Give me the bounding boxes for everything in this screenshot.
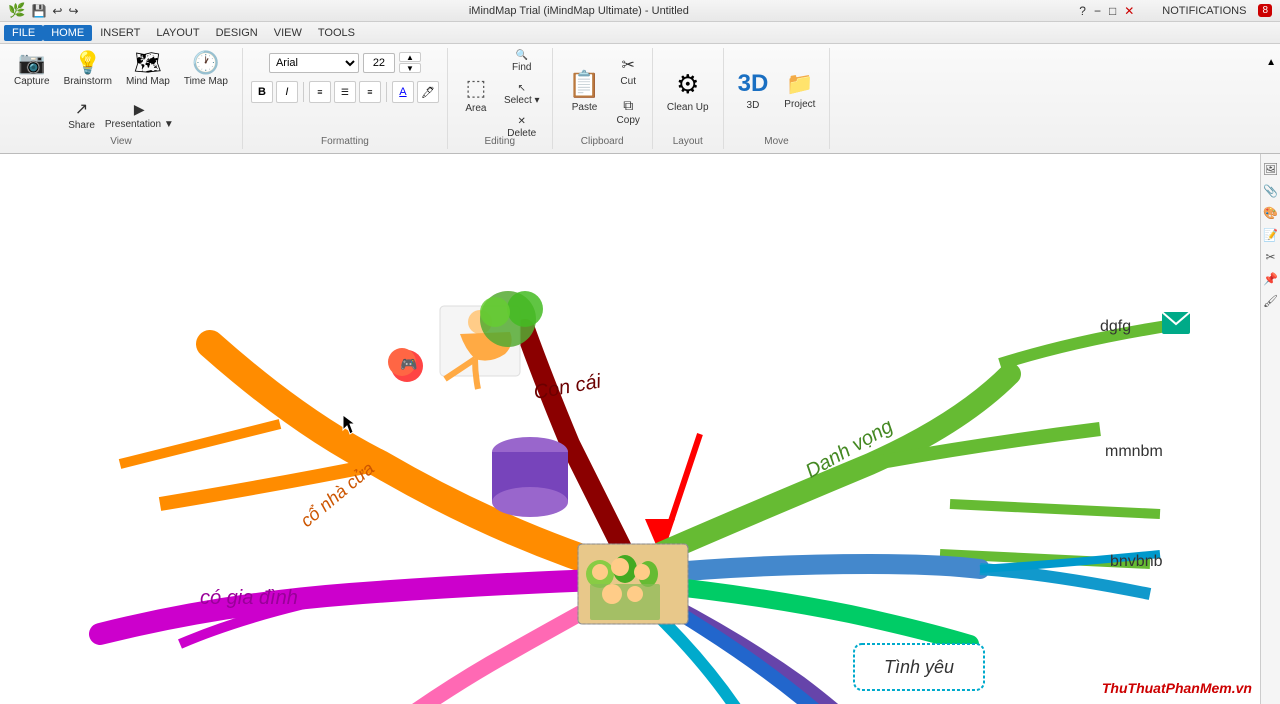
font-family-select[interactable]: Arial — [269, 53, 359, 73]
3d-button[interactable]: 3D 3D — [732, 66, 775, 115]
svg-text:🎮: 🎮 — [400, 356, 417, 372]
copy-icon: ⧉ — [623, 97, 633, 114]
mindmap-icon: 🗺 — [134, 52, 162, 74]
move-group-label: Move — [724, 136, 830, 149]
copy-button[interactable]: ⧉ Copy — [613, 95, 644, 128]
formatting-group-label: Formatting — [243, 136, 447, 149]
project-icon: 📁 — [786, 71, 813, 97]
svg-text:Tình yêu: Tình yêu — [884, 657, 954, 677]
right-sidebar: 🖼 📎 🎨 📝 ✂ 📌 🖌 — [1260, 154, 1280, 704]
menu-home[interactable]: HOME — [43, 25, 92, 41]
capture-button[interactable]: 📷 Capture — [8, 48, 56, 91]
font-size-up[interactable]: ▲ — [399, 52, 421, 62]
layout-group-label: Layout — [653, 136, 723, 149]
highlight-button[interactable]: 🖊 — [417, 81, 439, 103]
collapse-icon: ▲ — [1266, 57, 1276, 68]
font-size-input[interactable] — [363, 53, 395, 73]
maximize-button[interactable]: □ — [1109, 4, 1116, 18]
quick-save[interactable]: 💾 — [31, 4, 46, 18]
brainstorm-icon: 💡 — [74, 52, 101, 74]
align-right-button[interactable]: ≡ — [359, 81, 381, 103]
window-title: iMindMap Trial (iMindMap Ultimate) - Unt… — [79, 5, 1080, 17]
menu-view[interactable]: VIEW — [266, 25, 310, 41]
font-size-down[interactable]: ▼ — [399, 63, 421, 73]
ribbon-group-formatting: Arial ▲ ▼ B I ≡ ☰ ≡ A 🖊 Formatting — [243, 48, 448, 149]
titlebar: 🌿 💾 ↩ ↪ iMindMap Trial (iMindMap Ultimat… — [0, 0, 1280, 22]
delete-icon: ✕ — [518, 116, 526, 127]
share-button[interactable]: ↗ Share — [64, 97, 99, 133]
cut-button[interactable]: ✂ Cut — [613, 53, 644, 89]
italic-button[interactable]: I — [276, 81, 298, 103]
app-icon: 🌿 — [8, 2, 25, 19]
watermark: ThuThuatPhanMem.vn — [1102, 680, 1252, 696]
editing-group-label: Editing — [448, 136, 552, 149]
share-icon: ↗ — [75, 99, 88, 119]
presentation-button[interactable]: ▶ Presentation ▼ — [101, 99, 178, 132]
cleanup-icon: ⚙ — [676, 69, 699, 100]
sidebar-scissors-icon[interactable]: ✂ — [1262, 248, 1280, 266]
ribbon-group-editing: ⬚ Area 🔍 Find ↖ Select ▾ ✕ Delete Editin… — [448, 48, 553, 149]
menu-tools[interactable]: TOOLS — [310, 25, 363, 41]
minimize-button[interactable]: − — [1094, 4, 1101, 18]
cut-icon: ✂ — [622, 55, 635, 75]
align-center-button[interactable]: ☰ — [334, 81, 356, 103]
menu-design[interactable]: DESIGN — [208, 25, 266, 41]
quick-redo[interactable]: ↪ — [68, 4, 78, 18]
select-icon: ↖ — [518, 83, 526, 94]
menu-file[interactable]: FILE — [4, 25, 43, 41]
ribbon-group-move: 3D 3D 📁 Project Move — [724, 48, 831, 149]
font-color-button[interactable]: A — [392, 81, 414, 103]
svg-text:mmnbm: mmnbm — [1105, 443, 1163, 460]
3d-icon: 3D — [738, 70, 769, 98]
cleanup-button[interactable]: ⚙ Clean Up — [661, 65, 715, 117]
select-button[interactable]: ↖ Select ▾ — [500, 81, 544, 108]
paste-button[interactable]: 📋 Paste — [561, 65, 609, 117]
menubar: FILE HOME INSERT LAYOUT DESIGN VIEW TOOL… — [0, 22, 1280, 44]
canvas[interactable]: 🎮 Con cái cổ nhà cửa có gia đình Có tiền… — [0, 154, 1260, 704]
mindmap-button[interactable]: 🗺 Mind Map — [120, 48, 176, 91]
ribbon: 📷 Capture 💡 Brainstorm 🗺 Mind Map 🕐 Time… — [0, 44, 1280, 154]
quick-undo[interactable]: ↩ — [52, 4, 62, 18]
svg-text:có gia đình: có gia đình — [200, 587, 298, 609]
menu-layout[interactable]: LAYOUT — [148, 25, 207, 41]
project-button[interactable]: 📁 Project — [778, 67, 821, 114]
sidebar-text-icon[interactable]: 📝 — [1262, 226, 1280, 244]
ribbon-group-layout: ⚙ Clean Up Layout — [653, 48, 724, 149]
ribbon-collapse-button[interactable]: ▲ — [1262, 48, 1280, 149]
notifications-badge[interactable]: 8 — [1258, 4, 1272, 17]
find-button[interactable]: 🔍 Find — [500, 48, 544, 75]
bold-button[interactable]: B — [251, 81, 273, 103]
svg-text:bnvbnb: bnvbnb — [1110, 553, 1163, 570]
area-button[interactable]: ⬚ Area — [456, 71, 496, 118]
sidebar-brush-icon[interactable]: 🖌 — [1262, 292, 1280, 310]
find-icon: 🔍 — [516, 50, 528, 61]
capture-icon: 📷 — [18, 52, 45, 74]
ribbon-group-view: 📷 Capture 💡 Brainstorm 🗺 Mind Map 🕐 Time… — [0, 48, 243, 149]
timemap-button[interactable]: 🕐 Time Map — [178, 48, 234, 91]
area-icon: ⬚ — [466, 75, 487, 101]
notifications-label[interactable]: NOTIFICATIONS — [1162, 5, 1246, 17]
clipboard-group-label: Clipboard — [553, 136, 652, 149]
sidebar-attach-icon[interactable]: 📎 — [1262, 182, 1280, 200]
help-button[interactable]: ? — [1079, 4, 1086, 18]
close-button[interactable]: ✕ — [1124, 4, 1134, 18]
align-left-button[interactable]: ≡ — [309, 81, 331, 103]
sidebar-image-icon[interactable]: 🖼 — [1262, 160, 1280, 178]
menu-insert[interactable]: INSERT — [92, 25, 148, 41]
sidebar-pin-icon[interactable]: 📌 — [1262, 270, 1280, 288]
ribbon-group-clipboard: 📋 Paste ✂ Cut ⧉ Copy Clipboard — [553, 48, 653, 149]
view-group-label: View — [0, 136, 242, 149]
sidebar-color-icon[interactable]: 🎨 — [1262, 204, 1280, 222]
paste-icon: 📋 — [568, 69, 600, 100]
mindmap-svg: 🎮 Con cái cổ nhà cửa có gia đình Có tiền… — [0, 154, 1260, 704]
timemap-icon: 🕐 — [192, 52, 219, 74]
brainstorm-button[interactable]: 💡 Brainstorm — [58, 48, 118, 91]
presentation-icon: ▶ — [134, 101, 145, 118]
svg-text:dgfg: dgfg — [1100, 318, 1131, 335]
